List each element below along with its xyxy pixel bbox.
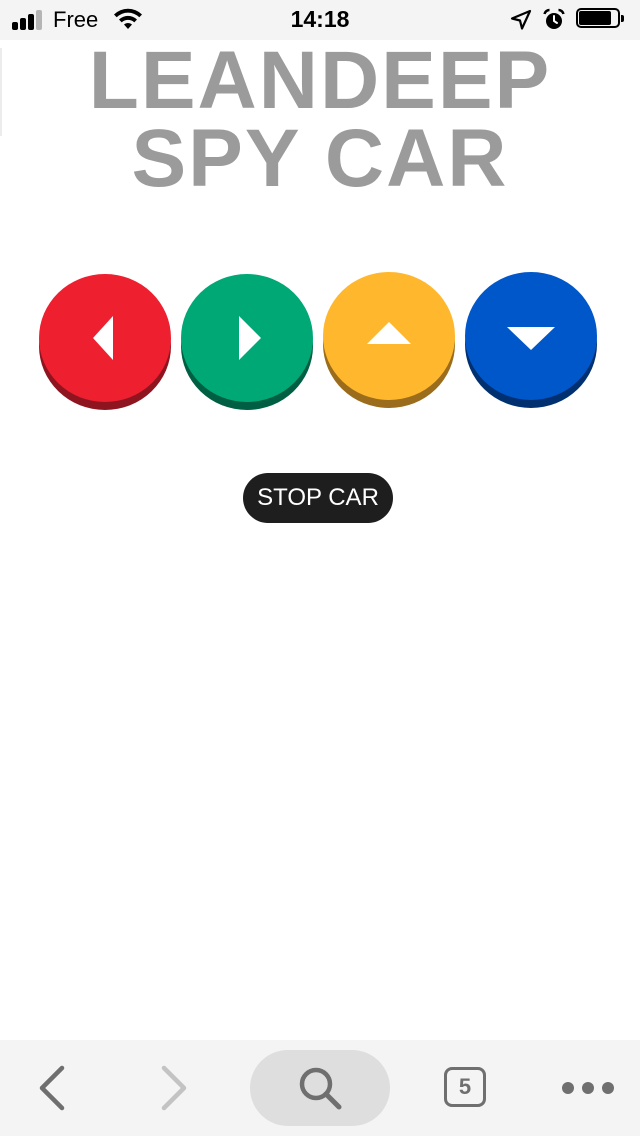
back-button[interactable] xyxy=(30,1062,78,1114)
status-bar: Free 14:18 xyxy=(0,0,640,40)
arrow-up-icon xyxy=(367,322,411,344)
location-arrow-icon xyxy=(510,9,532,30)
page-title: LEANDEEP SPY CAR xyxy=(0,35,640,204)
screen: Free 14:18 LEANDEEP SPY CAR STOP CAR 5 xyxy=(0,0,640,1136)
more-icon xyxy=(562,1082,614,1094)
arrow-down-icon xyxy=(507,327,555,350)
more-button[interactable] xyxy=(558,1070,618,1106)
right-button[interactable] xyxy=(181,274,313,410)
title-line-1: LEANDEEP xyxy=(88,35,552,126)
alarm-clock-icon xyxy=(543,8,565,29)
tabs-button[interactable]: 5 xyxy=(440,1064,492,1114)
arrow-left-icon xyxy=(93,316,113,360)
left-button[interactable] xyxy=(39,274,171,410)
stop-car-button[interactable]: STOP CAR xyxy=(243,473,393,523)
direction-controls xyxy=(0,270,640,410)
down-button[interactable] xyxy=(465,272,597,408)
search-icon xyxy=(299,1067,342,1110)
browser-toolbar: 5 xyxy=(0,1040,640,1136)
battery-icon xyxy=(576,8,626,30)
search-button[interactable] xyxy=(250,1050,390,1126)
up-button[interactable] xyxy=(323,272,455,408)
title-line-2: SPY CAR xyxy=(131,113,509,204)
back-icon xyxy=(39,1065,65,1111)
forward-button[interactable] xyxy=(150,1062,198,1114)
arrow-right-icon xyxy=(239,316,261,360)
tabs-icon: 5 xyxy=(444,1067,486,1107)
forward-icon xyxy=(161,1065,187,1111)
